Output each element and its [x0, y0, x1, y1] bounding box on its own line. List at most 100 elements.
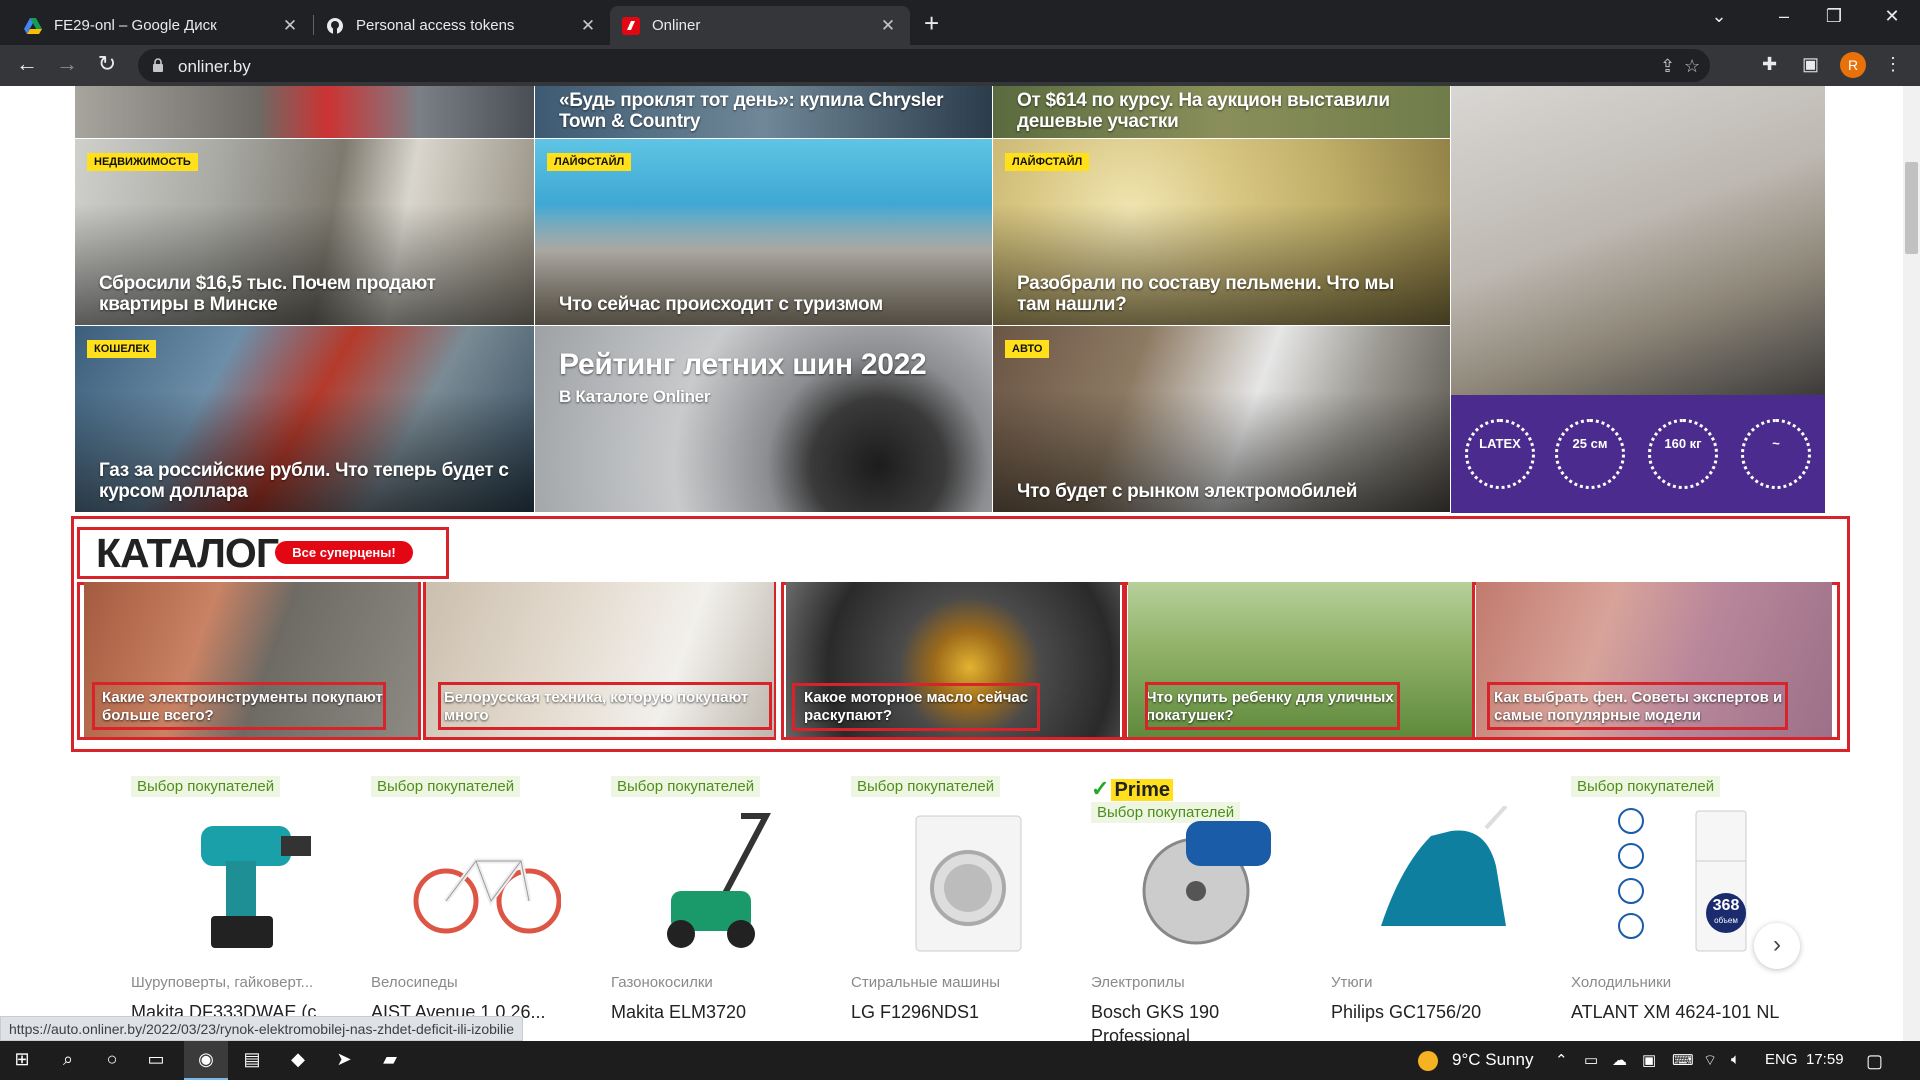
news-subtitle: В Каталоге Onliner [559, 387, 711, 406]
scrollbar-thumb[interactable] [1905, 162, 1918, 254]
product-name[interactable]: ATLANT ХМ 4624-101 NL [1571, 1000, 1791, 1024]
news-tag[interactable]: Недвижимость [87, 153, 198, 171]
news-tag[interactable]: Кошелек [87, 340, 157, 358]
new-tab-button[interactable]: + [924, 8, 939, 39]
product-card[interactable]: Выбор покупателей Электропилы Bosch GKS … [1091, 802, 1311, 1041]
product-card[interactable]: Выбор покупателей Велосипеды AIST Avenue… [371, 776, 591, 1022]
clock[interactable]: 17:59 [1806, 1051, 1844, 1068]
news-card[interactable]: Рейтинг летних шин 2022 В Каталоге Onlin… [535, 326, 992, 512]
wifi-icon[interactable]: ⌔ [1703, 1051, 1717, 1070]
product-name[interactable]: LG F1296NDS1 [851, 1000, 1071, 1024]
telegram-icon[interactable]: ➤ [324, 1049, 364, 1070]
profile-avatar[interactable]: R [1840, 52, 1866, 78]
chrome-icon[interactable]: ◉ [184, 1041, 228, 1080]
tab-onliner[interactable]: Onliner ✕ [610, 6, 910, 45]
onliner-icon [622, 16, 640, 35]
product-card[interactable]: Выбор покупателей Стиральные машины LG F… [851, 776, 1071, 1022]
weather-widget[interactable]: 9°C Sunny [1418, 1050, 1533, 1071]
close-tab-icon[interactable]: ✕ [878, 16, 898, 36]
page-scrollbar[interactable] [1903, 86, 1920, 1041]
news-image [75, 86, 534, 138]
product-category: Холодильники [1571, 974, 1672, 991]
side-panel-icon[interactable]: ▣ [1802, 54, 1819, 75]
menu-kebab-icon[interactable]: ⋮ [1884, 54, 1902, 75]
windows-taskbar: ⊞ ⌕ ○ ▭ ◉ ▤ ◆ ➤ ▰ 9°C Sunny ⌃ ▭ ☁ ▣ ⌨ ⌔ … [0, 1041, 1920, 1080]
notification-icon[interactable]: ▢ [1866, 1051, 1883, 1072]
news-card[interactable]: Лайфстайл Разобрали по составу пельмени.… [993, 139, 1450, 325]
news-card[interactable]: Лайфстайл Что сейчас происходит с туризм… [535, 139, 992, 325]
task-view-icon[interactable]: ▭ [136, 1049, 176, 1070]
weather-temp: 9°C [1452, 1050, 1481, 1069]
prime-text: Prime [1111, 779, 1174, 801]
app-icon[interactable]: ◆ [278, 1049, 318, 1070]
news-tag[interactable]: Авто [1005, 340, 1050, 358]
file-explorer-icon[interactable]: ▤ [232, 1049, 272, 1070]
weight-badge: 160 кг [1648, 419, 1718, 489]
product-name[interactable]: Makita ELM3720 [611, 1000, 831, 1024]
tab-search-icon[interactable]: ⌄ [1699, 6, 1739, 27]
news-title: От $614 по курсу. На аукцион выставили д… [1017, 90, 1390, 132]
customer-choice-badge: Выбор покупателей [851, 776, 1001, 797]
tray-overflow-icon[interactable]: ⌃ [1555, 1051, 1568, 1069]
product-category: Шуруповерты, гайковерт... [131, 974, 314, 991]
catalog-title[interactable]: КАТАЛОГ [96, 530, 279, 577]
catalog-card-title-outline [792, 683, 1040, 731]
close-window-icon[interactable]: ✕ [1872, 6, 1912, 27]
news-card[interactable]: Кошелек Газ за российские рубли. Что теп… [75, 326, 534, 512]
news-card[interactable] [75, 86, 534, 138]
cortana-icon[interactable]: ○ [92, 1049, 132, 1070]
news-card[interactable]: Авто Что будет с рынком электромобилей [993, 326, 1450, 512]
carousel-next-button[interactable]: › [1754, 923, 1800, 969]
catalog-card-title-outline [1145, 682, 1400, 730]
news-title: Сбросили $16,5 тыс. Почем продают кварти… [99, 273, 436, 315]
bookmark-star-icon[interactable]: ☆ [1684, 56, 1700, 77]
lawn-mower-image [667, 813, 771, 948]
search-icon[interactable]: ⌕ [48, 1049, 88, 1070]
news-tag[interactable]: Лайфстайл [547, 153, 632, 171]
ad-photo [1451, 86, 1825, 395]
close-tab-icon[interactable]: ✕ [578, 16, 598, 36]
sun-icon [1418, 1050, 1438, 1071]
customer-choice-badge: Выбор покупателей [611, 776, 761, 797]
reload-icon[interactable]: ↻ [92, 51, 122, 77]
product-card[interactable]: Выбор покупателей Газонокосилки Makita E… [611, 776, 831, 1022]
height-badge: 25 см [1555, 419, 1625, 489]
news-tag[interactable]: Лайфстайл [1005, 153, 1090, 171]
drill-image [201, 826, 311, 948]
volume-icon[interactable]: 🔈︎ [1731, 1051, 1740, 1068]
language-indicator[interactable]: ENG [1765, 1051, 1798, 1068]
notes-app-icon[interactable]: ▰ [370, 1049, 410, 1070]
browser-toolbar: ← → ↻ onliner.by ⇪ ☆ ✚ ▣ R ⋮ [0, 45, 1920, 86]
catalog-card-title-outline [92, 682, 386, 730]
advertisement-banner[interactable]: LATEX 25 см 160 кг ~ [1451, 86, 1825, 513]
product-card[interactable]: Выбор покупателей Шуруповерты, гайковерт… [131, 776, 351, 1022]
github-icon [327, 17, 343, 34]
tab-github-tokens[interactable]: Personal access tokens ✕ [314, 6, 610, 45]
product-category: Электропилы [1091, 974, 1185, 991]
tray-app-icon[interactable]: ▭ [1584, 1051, 1598, 1069]
browser-tab-strip: FE29-onl – Google Диск ✕ Personal access… [0, 0, 1920, 45]
address-bar[interactable]: onliner.by ⇪ ☆ [138, 49, 1710, 82]
washing-machine-image [915, 815, 1022, 952]
product-card[interactable]: Выбор покупателей 368 объем Холодильники… [1571, 776, 1791, 1022]
superprices-badge[interactable]: Все суперцены! [275, 541, 413, 564]
tray-app-icon[interactable]: ▣ [1642, 1051, 1656, 1069]
share-icon[interactable]: ⇪ [1660, 56, 1675, 77]
product-category: Утюги [1331, 974, 1373, 991]
product-name[interactable]: Bosch GKS 190 Professional [1091, 1000, 1311, 1041]
news-card[interactable]: «Будь проклят тот день»: купила Chrysler… [535, 86, 992, 138]
close-tab-icon[interactable]: ✕ [280, 16, 300, 36]
product-name[interactable]: Philips GC1756/20 [1331, 1000, 1551, 1024]
news-card[interactable]: Недвижимость Сбросили $16,5 тыс. Почем п… [75, 139, 534, 325]
cloud-icon[interactable]: ☁ [1612, 1051, 1627, 1069]
windows-start-icon[interactable]: ⊞ [2, 1049, 42, 1070]
tab-title: Onliner [652, 17, 701, 34]
news-card[interactable]: От $614 по курсу. На аукцион выставили д… [993, 86, 1450, 138]
input-method-icon[interactable]: ⌨ [1672, 1051, 1694, 1069]
restore-icon[interactable]: ❐ [1814, 6, 1854, 27]
extensions-icon[interactable]: ✚ [1762, 54, 1777, 75]
back-icon[interactable]: ← [12, 51, 42, 77]
tab-google-drive[interactable]: FE29-onl – Google Диск ✕ [12, 6, 312, 45]
minimize-icon[interactable]: – [1764, 6, 1804, 27]
forward-icon[interactable]: → [52, 51, 82, 77]
